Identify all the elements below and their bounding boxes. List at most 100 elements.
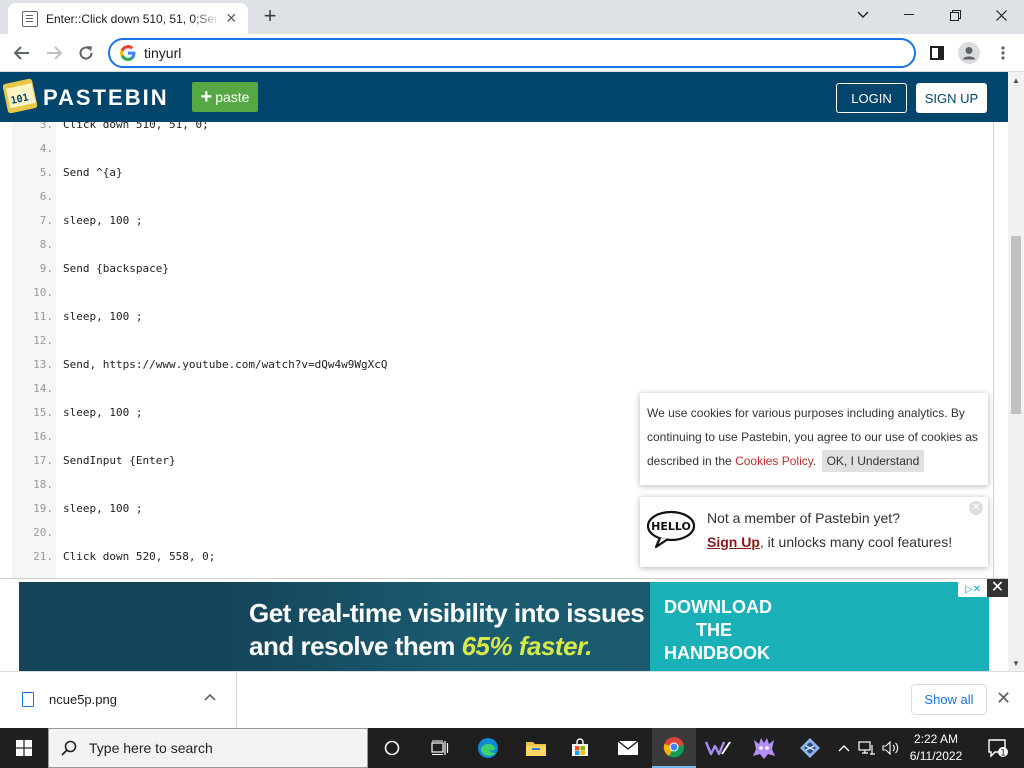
hello-speech-bubble-icon: HELLO xyxy=(646,510,696,549)
paste-label: paste xyxy=(215,89,250,105)
line-number: 3. xyxy=(39,122,53,131)
ad-highlight: 65% faster. xyxy=(461,631,593,661)
kebab-menu-icon xyxy=(1001,46,1005,60)
code-line: 10. xyxy=(12,281,992,305)
pastebin-brand[interactable]: PASTEBIN xyxy=(43,85,169,111)
line-number: 9. xyxy=(39,262,53,275)
reload-button[interactable] xyxy=(72,40,100,66)
profile-button[interactable] xyxy=(956,40,982,66)
file-icon xyxy=(22,692,34,707)
ad-headline-2: and resolve them 65% faster. xyxy=(249,631,592,662)
store-button[interactable] xyxy=(558,728,602,768)
notification-center-button[interactable]: 1 xyxy=(978,728,1018,768)
signup-promo: HELLO Not a member of Pastebin yet? Sign… xyxy=(640,497,988,567)
line-number: 20. xyxy=(33,526,53,539)
taskbar-search-box[interactable]: Type here to search xyxy=(48,728,368,768)
app-button-3[interactable] xyxy=(788,728,832,768)
ad-cta-line-2: THE xyxy=(696,620,732,640)
windows-logo-icon xyxy=(16,740,32,756)
restore-button[interactable] xyxy=(932,0,978,30)
ad-cta-panel[interactable]: DOWNLOAD THE HANDBOOK xyxy=(650,582,989,672)
scroll-up-arrow-icon[interactable]: ▲ xyxy=(1008,72,1024,88)
cortana-button[interactable] xyxy=(370,728,414,768)
code-line: 6. xyxy=(12,185,992,209)
cookie-accept-button[interactable]: OK, I Understand xyxy=(821,450,925,472)
promo-close-icon[interactable]: ✕ xyxy=(969,501,983,515)
line-number: 21. xyxy=(33,550,53,563)
search-icon xyxy=(61,740,77,756)
tab-close-button[interactable]: ✕ xyxy=(225,10,238,27)
minimize-button[interactable] xyxy=(886,0,932,30)
code-line: 3. Click down 510, 51, 0; xyxy=(12,122,992,137)
ad-banner[interactable]: Get real-time visibility into issues and… xyxy=(0,578,1008,672)
close-icon xyxy=(995,9,1007,21)
avatar-icon xyxy=(958,42,980,64)
download-file-name: ncue5p.png xyxy=(49,692,117,707)
mail-button[interactable] xyxy=(606,728,650,768)
start-button[interactable] xyxy=(0,728,48,768)
ad-close-button[interactable]: ✕ xyxy=(987,579,1008,597)
windows-taskbar: Type here to search 2:22 AM 6/11/2022 1 xyxy=(0,728,1024,768)
tab-search-button[interactable] xyxy=(840,0,886,30)
download-item[interactable]: ncue5p.png xyxy=(0,672,237,728)
ad-cta-line-3: HANDBOOK xyxy=(664,643,770,663)
login-button[interactable]: LOGIN xyxy=(836,83,907,113)
google-icon xyxy=(120,45,136,61)
task-view-button[interactable] xyxy=(418,728,462,768)
forward-button[interactable] xyxy=(40,40,68,66)
code-text: sleep, 100 ; xyxy=(63,406,143,419)
chrome-taskbar-button[interactable] xyxy=(652,728,696,768)
ad-choices-icon[interactable]: ▷✕ xyxy=(958,582,988,597)
code-line: 7. sleep, 100 ; xyxy=(12,209,992,233)
download-options-chevron-icon[interactable] xyxy=(204,690,216,704)
code-text: sleep, 100 ; xyxy=(63,502,143,515)
address-text: tinyurl xyxy=(144,45,182,61)
side-panel-button[interactable] xyxy=(924,40,950,66)
code-text: sleep, 100 ; xyxy=(63,310,143,323)
diamond-app-icon xyxy=(800,738,820,758)
network-icon[interactable] xyxy=(858,741,876,755)
code-text: sleep, 100 ; xyxy=(63,214,143,227)
edge-icon xyxy=(478,738,498,758)
browser-tab[interactable]: Enter::Click down 510, 51, 0;Send ^{a} ✕ xyxy=(8,3,248,34)
close-window-button[interactable] xyxy=(978,0,1024,30)
new-tab-button[interactable]: + xyxy=(258,5,282,29)
signup-button[interactable]: SIGN UP xyxy=(916,83,987,113)
app-button-1[interactable] xyxy=(696,728,740,768)
scroll-down-arrow-icon[interactable]: ▼ xyxy=(1008,655,1024,671)
close-download-shelf-icon[interactable]: ✕ xyxy=(996,688,1011,709)
code-line: 12. xyxy=(12,329,992,353)
menu-button[interactable] xyxy=(990,40,1016,66)
side-panel-icon xyxy=(930,46,944,60)
arrow-left-icon xyxy=(14,46,29,60)
promo-signup-link[interactable]: Sign Up xyxy=(707,534,760,550)
notification-icon: 1 xyxy=(988,739,1008,758)
app-button-2[interactable] xyxy=(742,728,786,768)
promo-tail: , it unlocks many cool features! xyxy=(759,534,953,550)
show-all-downloads-button[interactable]: Show all xyxy=(911,684,987,715)
ad-cta[interactable]: DOWNLOAD THE HANDBOOK xyxy=(664,596,772,665)
ad-headline-1: Get real-time visibility into issues xyxy=(249,598,645,628)
page-scrollbar[interactable]: ▲ ▼ xyxy=(1008,72,1024,671)
file-explorer-button[interactable] xyxy=(514,728,558,768)
code-text: SendInput {Enter} xyxy=(63,454,176,467)
plus-icon: + xyxy=(200,86,213,108)
cookies-policy-link[interactable]: Cookies Policy xyxy=(735,454,813,468)
line-number: 15. xyxy=(33,406,53,419)
restore-icon xyxy=(949,9,961,21)
edge-button[interactable] xyxy=(466,728,510,768)
clock[interactable]: 2:22 AM 6/11/2022 xyxy=(903,731,969,765)
code-line: 9. Send {backspace} xyxy=(12,257,992,281)
scrollbar-thumb[interactable] xyxy=(1011,236,1021,414)
pastebin-logo-icon[interactable]: 101 xyxy=(3,77,39,113)
address-bar[interactable]: tinyurl xyxy=(108,38,916,68)
back-button[interactable] xyxy=(8,40,36,66)
page-icon xyxy=(22,10,38,27)
line-number: 11. xyxy=(33,310,53,323)
line-number: 19. xyxy=(33,502,53,515)
show-hidden-icons-chevron-icon[interactable] xyxy=(838,744,850,752)
ad-headline-2-text: and resolve them xyxy=(249,631,462,661)
ad-image[interactable]: Get real-time visibility into issues and… xyxy=(19,582,650,672)
new-paste-button[interactable]: + paste xyxy=(192,82,258,112)
volume-icon[interactable] xyxy=(882,741,900,755)
